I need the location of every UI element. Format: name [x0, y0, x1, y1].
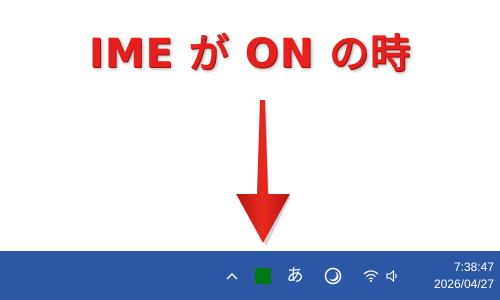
ime-mode-label: あ — [286, 265, 304, 286]
night-light-button[interactable] — [320, 251, 346, 300]
clock-time: 7:38:47 — [453, 259, 494, 274]
headline-ime-on: IME が ON の時 — [88, 31, 412, 77]
network-button[interactable] — [360, 251, 382, 300]
wifi-icon — [363, 269, 379, 282]
volume-button[interactable] — [384, 251, 402, 300]
taskbar-clock[interactable]: 7:38:47 2026/04/27 — [408, 251, 494, 300]
arrow-down-icon — [236, 100, 291, 246]
chevron-up-icon — [226, 272, 238, 280]
ime-status-indicator[interactable] — [252, 251, 274, 300]
clock-date: 2026/04/27 — [433, 276, 494, 291]
ime-mode-button[interactable]: あ — [283, 251, 307, 300]
show-hidden-icons-button[interactable] — [221, 251, 243, 300]
taskbar: あ 7:38:47 2026/04/27 — [0, 251, 500, 300]
ime-status-icon — [255, 267, 271, 284]
moon-clock-icon — [324, 267, 342, 284]
speaker-icon — [386, 269, 397, 282]
